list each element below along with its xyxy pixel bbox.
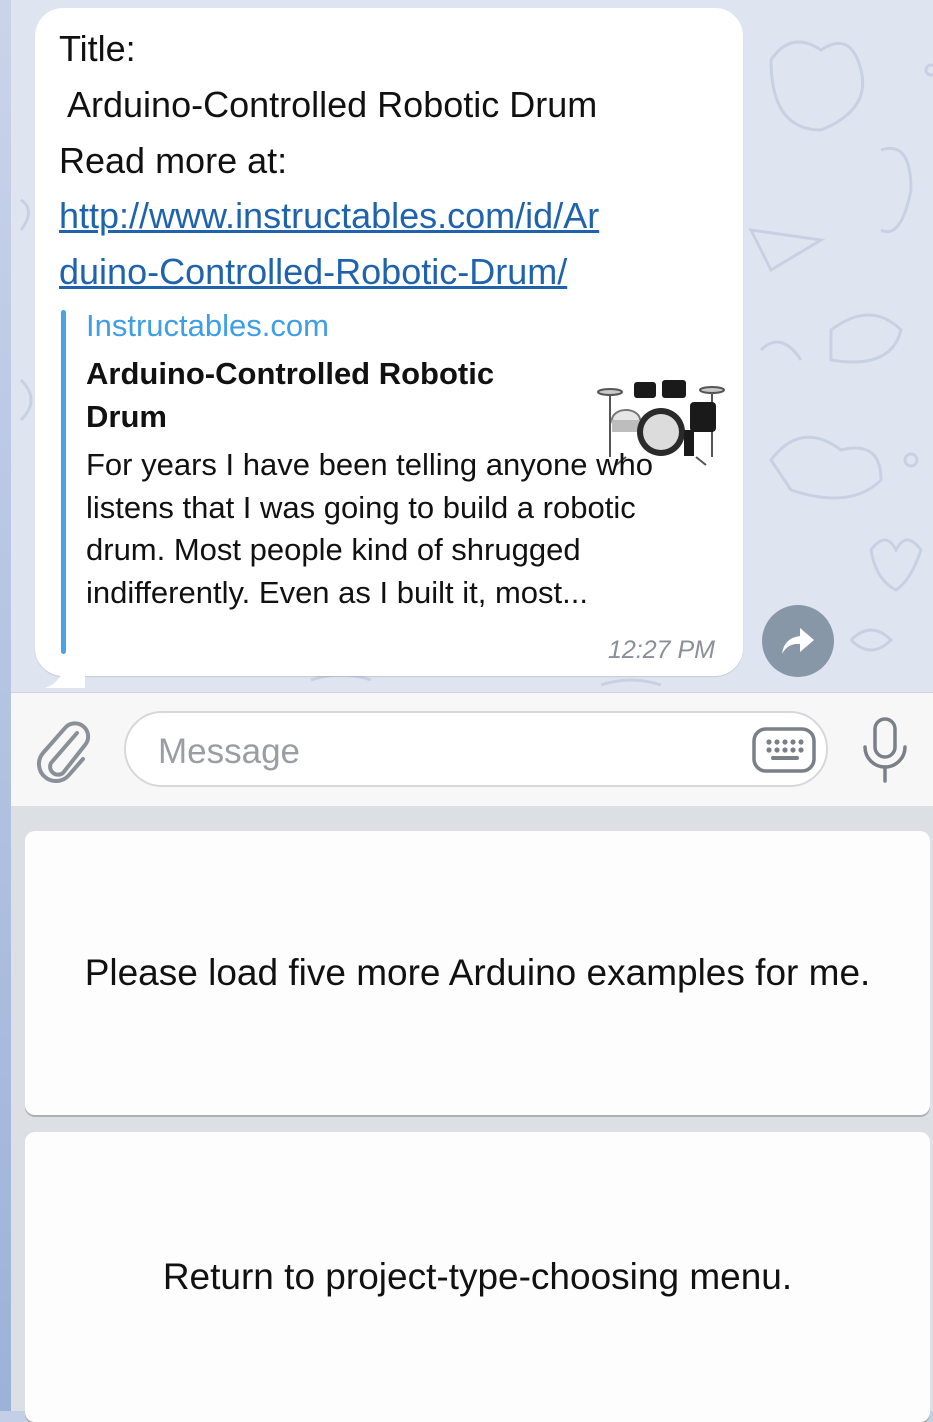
share-arrow-icon	[782, 628, 814, 654]
link-preview-description: For years I have been telling anyone who…	[86, 447, 653, 610]
reply-keyboard: Please load five more Arduino examples f…	[11, 806, 933, 1422]
link-preview-site-name: Instructables.com	[86, 308, 329, 343]
link-preview-accent-bar	[61, 310, 66, 654]
return-to-menu-button[interactable]: Return to project-type-choosing menu.	[25, 1132, 930, 1422]
share-button[interactable]	[762, 605, 834, 677]
message-timestamp: 12:27 PM	[607, 636, 715, 664]
message-link-part2[interactable]: duino-Controlled-Robotic-Drum/	[59, 244, 567, 300]
incoming-message-bubble[interactable]: Title: Arduino-Controlled Robotic Drum R…	[35, 8, 743, 688]
message-composer: Message	[11, 692, 933, 806]
read-more-label: Read more at:	[59, 140, 288, 181]
load-more-examples-button[interactable]: Please load five more Arduino examples f…	[25, 831, 930, 1115]
message-title-value: Arduino-Controlled Robotic Drum	[59, 84, 598, 125]
message-link-part1[interactable]: http://www.instructables.com/id/Ar	[59, 188, 599, 244]
chat-area[interactable]: Title: Arduino-Controlled Robotic Drum R…	[11, 0, 933, 692]
message-title-label: Title:	[59, 28, 136, 69]
message-input-placeholder: Message	[158, 732, 301, 771]
link-preview[interactable]: Instructables.com Arduino-Controlled Rob…	[61, 308, 726, 654]
link-preview-title: Arduino-Controlled Robotic Drum	[86, 356, 495, 434]
bubble-tail	[45, 658, 85, 688]
window-edge	[0, 0, 11, 1411]
microphone-icon[interactable]	[857, 715, 913, 787]
paperclip-icon[interactable]	[33, 713, 93, 783]
keyboard-icon[interactable]	[752, 727, 816, 773]
message-input[interactable]: Message	[124, 711, 828, 787]
